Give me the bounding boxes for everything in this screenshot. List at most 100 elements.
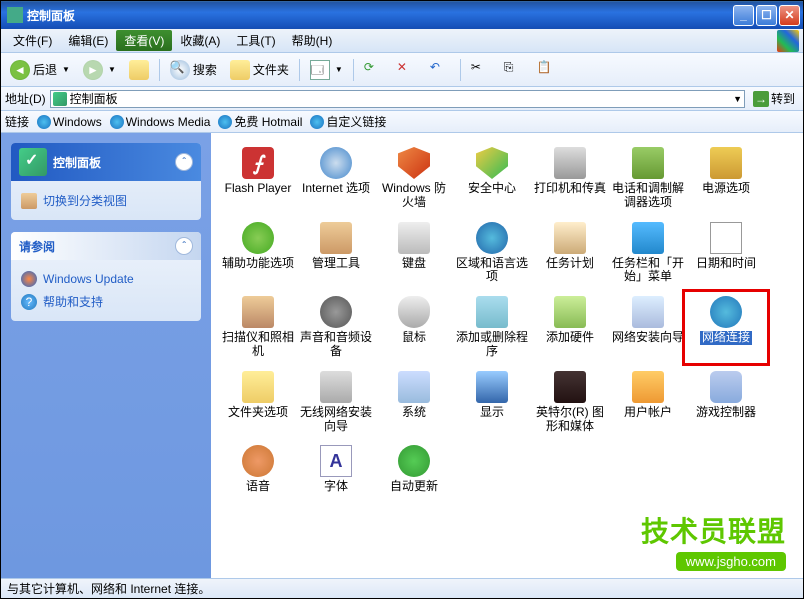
address-input[interactable]: 控制面板 ▼ <box>50 90 745 108</box>
collapse-button[interactable]: ˆ <box>175 153 193 171</box>
minimize-button[interactable]: _ <box>733 5 754 26</box>
panel-control-panel: 控制面板 ˆ 切换到分类视图 <box>11 143 201 220</box>
intel-icon <box>554 371 586 403</box>
menu-tools[interactable]: 工具(T) <box>228 30 283 51</box>
item-mouse[interactable]: 鼠标 <box>375 294 453 361</box>
status-text: 与其它计算机、网络和 Internet 连接。 <box>7 580 210 597</box>
item-label: 声音和音频设备 <box>299 331 373 359</box>
copy-button[interactable]: ⎘ <box>499 58 529 82</box>
item-user[interactable]: 用户帐户 <box>609 369 687 436</box>
link-help-support[interactable]: ?帮助和支持 <box>21 290 191 313</box>
views-button[interactable]: 🗔▼ <box>305 58 348 82</box>
item-wifi[interactable]: 无线网络安装向导 <box>297 369 375 436</box>
link-switch-view[interactable]: 切换到分类视图 <box>21 189 191 212</box>
back-label: 后退 <box>33 61 57 78</box>
globe-icon <box>21 271 37 287</box>
back-button[interactable]: ◄后退▼ <box>5 58 75 82</box>
item-label: 打印机和传真 <box>534 182 606 196</box>
link-windows-media[interactable]: Windows Media <box>110 115 211 129</box>
stop-button[interactable]: ✕ <box>392 58 422 82</box>
phone-icon <box>632 147 664 179</box>
item-label: Internet 选项 <box>302 182 370 196</box>
item-folder[interactable]: 文件夹选项 <box>219 369 297 436</box>
item-flash[interactable]: Flash Player <box>219 145 297 212</box>
item-admin[interactable]: 管理工具 <box>297 220 375 287</box>
search-button[interactable]: 🔍搜索 <box>165 58 222 82</box>
cut-button[interactable]: ✂ <box>466 58 496 82</box>
link-windows[interactable]: Windows <box>37 115 102 129</box>
item-font[interactable]: 字体 <box>297 443 375 496</box>
speech-icon <box>242 445 274 477</box>
item-sys[interactable]: 系统 <box>375 369 453 436</box>
item-task[interactable]: 任务计划 <box>531 220 609 287</box>
link-custom[interactable]: 自定义链接 <box>310 113 386 130</box>
link-windows-update[interactable]: Windows Update <box>21 268 191 290</box>
close-button[interactable]: ✕ <box>779 5 800 26</box>
item-scan[interactable]: 扫描仪和照相机 <box>219 294 297 361</box>
folders-button[interactable]: 文件夹 <box>225 58 294 82</box>
undo-button[interactable]: ↶ <box>425 58 455 82</box>
sec-icon <box>476 147 508 179</box>
item-sound[interactable]: 声音和音频设备 <box>297 294 375 361</box>
game-icon <box>710 371 742 403</box>
item-label: 键盘 <box>402 257 426 271</box>
statusbar: 与其它计算机、网络和 Internet 连接。 <box>1 578 803 598</box>
item-label: 用户帐户 <box>624 406 672 420</box>
font-icon <box>320 445 352 477</box>
up-button[interactable] <box>124 58 154 82</box>
item-phone[interactable]: 电话和调制解调器选项 <box>609 145 687 212</box>
separator <box>460 59 461 81</box>
item-fw[interactable]: Windows 防火墙 <box>375 145 453 212</box>
item-speech[interactable]: 语音 <box>219 443 297 496</box>
item-game[interactable]: 游戏控制器 <box>687 369 765 436</box>
maximize-button[interactable]: ☐ <box>756 5 777 26</box>
forward-button[interactable]: ►▼ <box>78 58 121 82</box>
item-disp[interactable]: 显示 <box>453 369 531 436</box>
item-label: 文件夹选项 <box>228 406 288 420</box>
item-label: 网络连接 <box>700 331 752 345</box>
titlebar: 控制面板 _ ☐ ✕ <box>1 1 803 29</box>
window-icon <box>7 7 23 23</box>
item-tbar[interactable]: 任务栏和「开始」菜单 <box>609 220 687 287</box>
paste-button[interactable]: 📋 <box>532 58 562 82</box>
item-acc[interactable]: 辅助功能选项 <box>219 220 297 287</box>
separator <box>159 59 160 81</box>
collapse-button[interactable]: ˆ <box>175 237 193 255</box>
menu-favorites[interactable]: 收藏(A) <box>172 30 228 51</box>
item-inet[interactable]: Internet 选项 <box>297 145 375 212</box>
menu-file[interactable]: 文件(F) <box>5 30 60 51</box>
item-netconn[interactable]: 网络连接 <box>687 294 765 361</box>
link-hotmail[interactable]: 免费 Hotmail <box>218 113 302 130</box>
item-netwiz[interactable]: 网络安装向导 <box>609 294 687 361</box>
item-kb[interactable]: 键盘 <box>375 220 453 287</box>
item-date[interactable]: 日期和时间 <box>687 220 765 287</box>
go-button[interactable]: →转到 <box>749 90 799 107</box>
menu-edit[interactable]: 编辑(E) <box>60 30 116 51</box>
menu-help[interactable]: 帮助(H) <box>284 30 341 51</box>
item-label: 管理工具 <box>312 257 360 271</box>
item-addhw[interactable]: 添加硬件 <box>531 294 609 361</box>
item-print[interactable]: 打印机和传真 <box>531 145 609 212</box>
item-sec[interactable]: 安全中心 <box>453 145 531 212</box>
sync-button[interactable]: ⟳ <box>359 58 389 82</box>
wifi-icon <box>320 371 352 403</box>
sound-icon <box>320 296 352 328</box>
item-intel[interactable]: 英特尔(R) 图形和媒体 <box>531 369 609 436</box>
chevron-down-icon[interactable]: ▼ <box>733 94 742 104</box>
item-label: 安全中心 <box>468 182 516 196</box>
panel-head-see-also[interactable]: 请参阅 ˆ <box>11 232 201 260</box>
panel-head-cp[interactable]: 控制面板 ˆ <box>11 143 201 181</box>
links-bar: 链接 Windows Windows Media 免费 Hotmail 自定义链… <box>1 111 803 133</box>
item-label: 扫描仪和照相机 <box>221 331 295 359</box>
item-label: 电源选项 <box>702 182 750 196</box>
item-addrem[interactable]: 添加或删除程序 <box>453 294 531 361</box>
item-region[interactable]: 区域和语言选项 <box>453 220 531 287</box>
ie-icon <box>218 115 232 129</box>
item-power[interactable]: 电源选项 <box>687 145 765 212</box>
item-update[interactable]: 自动更新 <box>375 443 453 496</box>
date-icon <box>710 222 742 254</box>
panel-title: 请参阅 <box>19 238 55 255</box>
menu-view[interactable]: 查看(V) <box>116 30 172 51</box>
item-label: 区域和语言选项 <box>455 257 529 285</box>
control-panel-icon <box>19 148 47 176</box>
